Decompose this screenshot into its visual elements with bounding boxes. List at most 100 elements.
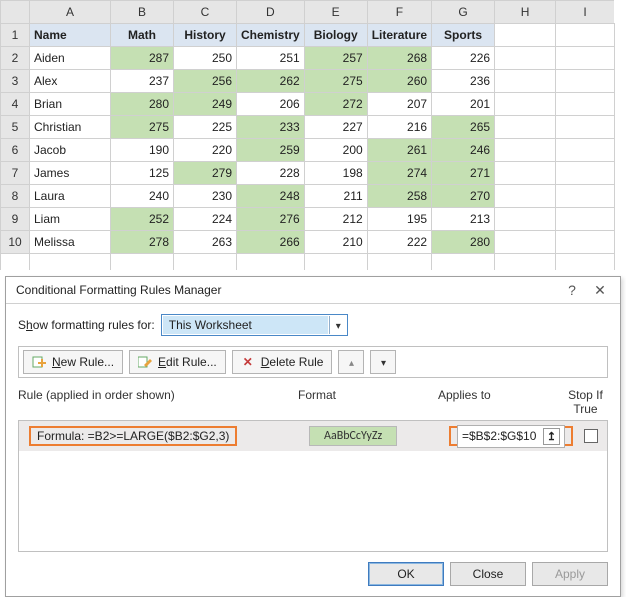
cell[interactable]: Laura (30, 185, 111, 208)
cell[interactable]: 256 (174, 70, 237, 93)
stop-if-true-checkbox[interactable] (584, 429, 598, 443)
cell[interactable]: 125 (111, 162, 174, 185)
col-header[interactable]: B (111, 1, 174, 24)
cell[interactable]: 190 (111, 139, 174, 162)
cell[interactable]: 201 (432, 93, 495, 116)
cell[interactable]: 260 (367, 70, 431, 93)
row-header[interactable]: 1 (1, 24, 30, 47)
cell[interactable] (495, 139, 556, 162)
cell[interactable]: 195 (367, 208, 431, 231)
cell[interactable]: 248 (237, 185, 305, 208)
cell[interactable] (556, 139, 615, 162)
cell[interactable]: 211 (304, 185, 367, 208)
move-up-button[interactable] (338, 350, 364, 374)
cell[interactable]: Math (111, 24, 174, 47)
cell[interactable]: Brian (30, 93, 111, 116)
cell[interactable]: Alex (30, 70, 111, 93)
row-header[interactable]: 4 (1, 93, 30, 116)
apply-button[interactable]: Apply (532, 562, 608, 586)
row-header[interactable]: 10 (1, 231, 30, 254)
cell[interactable] (495, 116, 556, 139)
col-header[interactable]: A (30, 1, 111, 24)
new-rule-button[interactable]: New Rule... (23, 350, 123, 374)
col-header[interactable]: D (237, 1, 305, 24)
col-header[interactable]: F (367, 1, 431, 24)
cell[interactable]: 230 (174, 185, 237, 208)
cell[interactable]: 265 (432, 116, 495, 139)
row-header[interactable]: 6 (1, 139, 30, 162)
cell[interactable]: 228 (237, 162, 305, 185)
cell[interactable]: 266 (237, 231, 305, 254)
cell[interactable]: 224 (174, 208, 237, 231)
cell[interactable]: Melissa (30, 231, 111, 254)
cell[interactable]: 252 (111, 208, 174, 231)
cell[interactable]: 279 (174, 162, 237, 185)
col-header[interactable]: E (304, 1, 367, 24)
spreadsheet[interactable]: A B C D E F G H I 1 Name Math History Ch… (0, 0, 615, 270)
cell[interactable]: 272 (304, 93, 367, 116)
col-header[interactable]: G (432, 1, 495, 24)
cell[interactable]: 251 (237, 47, 305, 70)
cell[interactable]: 263 (174, 231, 237, 254)
help-button[interactable]: ? (558, 281, 586, 299)
rule-row[interactable]: Formula: =B2>=LARGE($B2:$G2,3) AaBbCcYyZ… (19, 421, 607, 451)
cell[interactable]: Christian (30, 116, 111, 139)
scope-combo[interactable]: This Worksheet (161, 314, 348, 336)
cell[interactable]: 233 (237, 116, 305, 139)
row-header[interactable]: 9 (1, 208, 30, 231)
row-header[interactable]: 5 (1, 116, 30, 139)
chevron-down-icon[interactable] (329, 316, 347, 334)
cell[interactable]: 227 (304, 116, 367, 139)
cell[interactable] (495, 93, 556, 116)
cell[interactable]: 268 (367, 47, 431, 70)
cell[interactable]: 280 (432, 231, 495, 254)
select-all-corner[interactable] (1, 1, 30, 24)
cell[interactable]: Literature (367, 24, 431, 47)
cell[interactable]: 207 (367, 93, 431, 116)
cell[interactable] (556, 185, 615, 208)
col-header[interactable]: I (556, 1, 615, 24)
cell[interactable]: 240 (111, 185, 174, 208)
cell[interactable]: 237 (111, 70, 174, 93)
edit-rule-button[interactable]: Edit Rule... (129, 350, 226, 374)
cell[interactable]: 200 (304, 139, 367, 162)
cell[interactable]: Liam (30, 208, 111, 231)
cell[interactable] (495, 47, 556, 70)
cell[interactable]: 261 (367, 139, 431, 162)
cell[interactable] (556, 162, 615, 185)
cell[interactable]: 250 (174, 47, 237, 70)
close-icon[interactable]: ✕ (586, 281, 614, 299)
cell[interactable]: 275 (111, 116, 174, 139)
cell[interactable] (556, 24, 615, 47)
cell[interactable]: Sports (432, 24, 495, 47)
cell[interactable]: 220 (174, 139, 237, 162)
cell[interactable]: 278 (111, 231, 174, 254)
cell[interactable] (556, 93, 615, 116)
row-header[interactable]: 2 (1, 47, 30, 70)
col-header[interactable]: C (174, 1, 237, 24)
cell[interactable]: Chemistry (237, 24, 305, 47)
row-header[interactable]: 8 (1, 185, 30, 208)
row-header[interactable]: 7 (1, 162, 30, 185)
move-down-button[interactable] (370, 350, 396, 374)
cell[interactable]: James (30, 162, 111, 185)
cell[interactable] (556, 231, 615, 254)
cell[interactable]: 258 (367, 185, 431, 208)
cell[interactable]: Name (30, 24, 111, 47)
cell[interactable]: 249 (174, 93, 237, 116)
cell[interactable]: 236 (432, 70, 495, 93)
cell[interactable]: Biology (304, 24, 367, 47)
ok-button[interactable]: OK (368, 562, 444, 586)
rules-list[interactable]: Formula: =B2>=LARGE($B2:$G2,3) AaBbCcYyZ… (18, 420, 608, 552)
cell[interactable]: 274 (367, 162, 431, 185)
cell[interactable]: 287 (111, 47, 174, 70)
close-button[interactable]: Close (450, 562, 526, 586)
cell[interactable]: 226 (432, 47, 495, 70)
cell[interactable]: History (174, 24, 237, 47)
cell[interactable]: Jacob (30, 139, 111, 162)
delete-rule-button[interactable]: ✕ Delete Rule (232, 350, 333, 374)
row-header[interactable]: 3 (1, 70, 30, 93)
cell[interactable]: 216 (367, 116, 431, 139)
cell[interactable] (495, 185, 556, 208)
cell[interactable]: 212 (304, 208, 367, 231)
